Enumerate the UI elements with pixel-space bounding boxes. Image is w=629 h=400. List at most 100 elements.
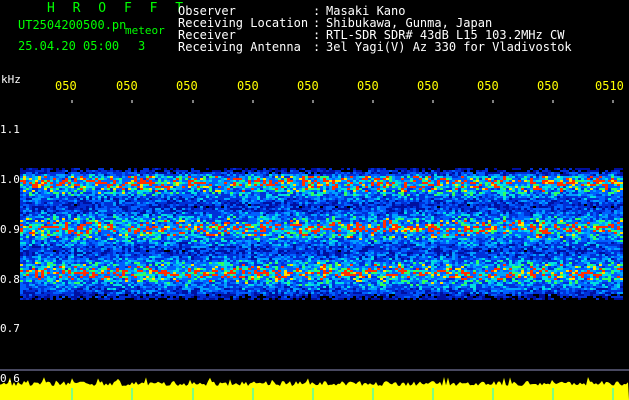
spectrogram-cell: [137, 204, 140, 206]
spectrogram-cell: [491, 212, 494, 214]
spectrogram-cell: [248, 194, 251, 196]
spectrogram-cell: [218, 214, 221, 216]
spectrogram-cell: [488, 176, 491, 178]
spectrogram-cell: [287, 174, 290, 176]
spectrogram-cell: [296, 202, 299, 204]
spectrogram-cell: [251, 202, 254, 204]
spectrogram-cell: [464, 206, 467, 208]
spectrogram-cell: [182, 208, 185, 210]
spectrogram-cell: [233, 206, 236, 208]
spectrogram-cell: [443, 210, 446, 212]
spectrogram-cell: [128, 180, 131, 182]
spectrogram-cell: [323, 194, 326, 196]
spectrogram-cell: [218, 186, 221, 188]
spectrogram-cell: [383, 172, 386, 174]
spectrogram-cell: [590, 194, 593, 196]
spectrogram-cell: [185, 184, 188, 186]
spectrogram-cell: [227, 186, 230, 188]
spectrogram-cell: [434, 204, 437, 206]
spectrogram-cell: [590, 182, 593, 184]
spectrogram-cell: [173, 186, 176, 188]
spectrogram-cell: [584, 196, 587, 198]
spectrogram-cell: [116, 194, 119, 196]
spectrogram-cell: [491, 192, 494, 194]
spectrogram-cell: [476, 184, 479, 186]
spectrogram-cell: [533, 174, 536, 176]
spectrogram-cell: [143, 216, 146, 218]
spectrogram-cell: [530, 176, 533, 178]
spectrogram-cell: [347, 218, 350, 220]
spectrogram-cell: [89, 184, 92, 186]
spectrogram-cell: [515, 202, 518, 204]
spectrogram-cell: [197, 192, 200, 194]
spectrogram-cell: [164, 200, 167, 202]
spectrogram-cell: [566, 204, 569, 206]
spectrogram-cell: [470, 206, 473, 208]
spectrogram-cell: [257, 192, 260, 194]
spectrogram-cell: [350, 184, 353, 186]
spectrogram-cell: [116, 174, 119, 176]
spectrogram-cell: [368, 176, 371, 178]
spectrogram-cell: [161, 200, 164, 202]
spectrogram-cell: [608, 180, 611, 182]
spectrogram-cell: [218, 188, 221, 190]
spectrogram-cell: [77, 190, 80, 192]
spectrogram-cell: [326, 200, 329, 202]
spectrogram-cell: [245, 190, 248, 192]
spectrogram-cell: [404, 172, 407, 174]
spectrogram-cell: [89, 212, 92, 214]
spectrogram-cell: [155, 182, 158, 184]
time-tick-label: 050: [417, 79, 439, 93]
spectrogram-cell: [317, 218, 320, 220]
spectrogram-cell: [65, 186, 68, 188]
spectrogram-cell: [98, 188, 101, 190]
spectrogram-cell: [242, 204, 245, 206]
spectrogram-cell: [302, 198, 305, 200]
spectrogram-cell: [191, 186, 194, 188]
spectrogram-cell: [431, 174, 434, 176]
spectrogram-cell: [413, 178, 416, 180]
spectrogram-cell: [386, 180, 389, 182]
spectrogram-cell: [176, 212, 179, 214]
spectrogram-cell: [380, 208, 383, 210]
spectrogram-cell: [200, 206, 203, 208]
spectrogram-cell: [572, 216, 575, 218]
spectrogram-cell: [455, 196, 458, 198]
spectrogram-cell: [269, 176, 272, 178]
spectrogram-cell: [236, 206, 239, 208]
spectrogram-cell: [101, 212, 104, 214]
spectrogram-cell: [467, 188, 470, 190]
spectrogram-cell: [44, 170, 47, 172]
spectrogram-cell: [446, 210, 449, 212]
spectrogram-cell: [398, 180, 401, 182]
spectrogram-cell: [302, 208, 305, 210]
spectrogram-cell: [269, 212, 272, 214]
spectrogram-cell: [173, 184, 176, 186]
spectrogram-cell: [68, 218, 71, 220]
spectrogram-cell: [515, 194, 518, 196]
spectrogram-cell: [563, 194, 566, 196]
spectrogram-cell: [113, 172, 116, 174]
spectrogram-cell: [425, 214, 428, 216]
spectrogram-cell: [200, 216, 203, 218]
spectrogram-cell: [341, 180, 344, 182]
meteor-count: 3: [138, 39, 146, 53]
spectrogram-cell: [614, 180, 617, 182]
spectrogram-cell: [371, 208, 374, 210]
spectrogram-cell: [86, 204, 89, 206]
spectrogram-cell: [428, 210, 431, 212]
spectrogram-cell: [89, 180, 92, 182]
spectrogram-cell: [239, 218, 242, 220]
spectrogram-cell: [386, 216, 389, 218]
spectrogram-cell: [443, 194, 446, 196]
spectrogram-cell: [221, 212, 224, 214]
spectrogram-cell: [512, 174, 515, 176]
spectrogram-cell: [197, 188, 200, 190]
spectrogram-cell: [326, 202, 329, 204]
spectrogram-cell: [509, 176, 512, 178]
spectrogram-cell: [467, 184, 470, 186]
spectrogram-cell: [440, 186, 443, 188]
spectrogram-cell: [500, 180, 503, 182]
spectrogram-cell: [479, 204, 482, 206]
spectrogram-cell: [479, 194, 482, 196]
